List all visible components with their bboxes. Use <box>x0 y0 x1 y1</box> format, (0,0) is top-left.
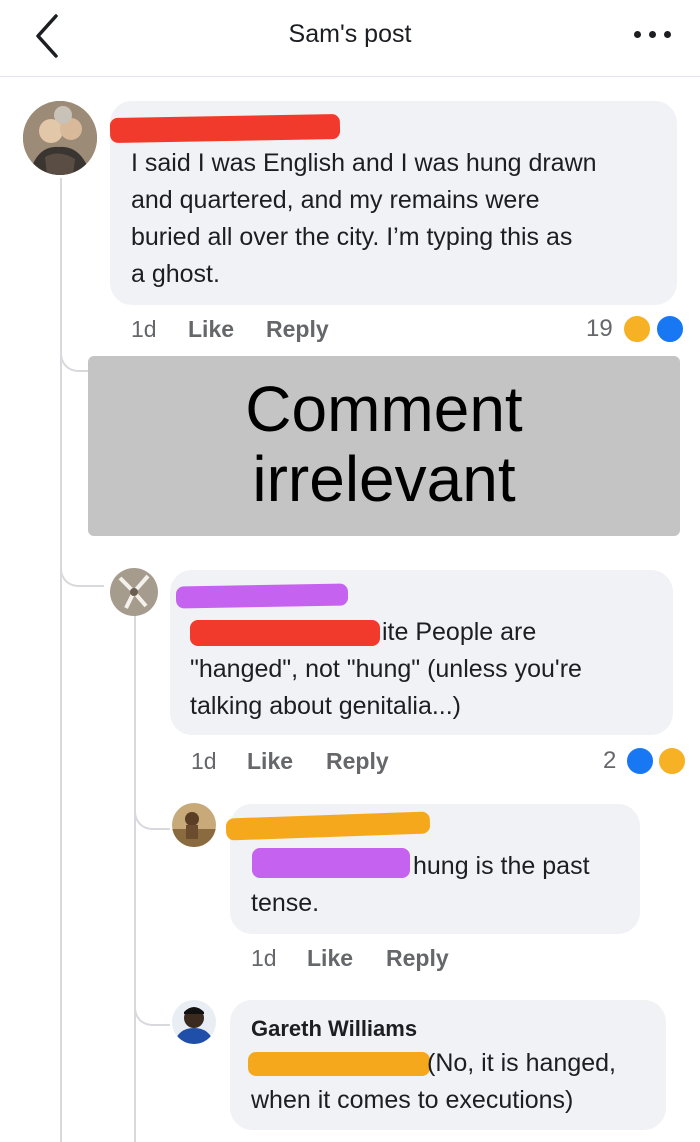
thread-connector <box>60 545 104 587</box>
avatar-photo <box>172 1000 216 1044</box>
thread-line <box>60 178 62 1142</box>
reply-button[interactable]: Reply <box>386 945 449 972</box>
reply-button[interactable]: Reply <box>266 316 329 343</box>
post-header: Sam's post <box>0 0 700 77</box>
more-dot <box>664 31 671 38</box>
page-title: Sam's post <box>288 20 412 48</box>
comment-text: hung is the past tense. <box>251 852 590 917</box>
like-button[interactable]: Like <box>188 316 234 343</box>
reply-button[interactable]: Reply <box>326 748 389 775</box>
comment-text: (No, it is hanged, when it comes to exec… <box>251 1049 616 1114</box>
comment-time: 1d <box>131 316 157 342</box>
like-icon <box>655 314 685 344</box>
reaction-count[interactable]: 2 <box>603 747 616 775</box>
comment-time: 1d <box>191 748 217 774</box>
overlay-line: Comment <box>245 373 523 445</box>
name-redaction <box>175 583 349 609</box>
more-dot <box>634 31 641 38</box>
name-redaction <box>109 113 341 144</box>
commenter-name[interactable]: Gareth Williams <box>251 1016 417 1042</box>
comment-text: I said I was English and I was hung draw… <box>131 149 597 288</box>
avatar[interactable] <box>172 803 216 847</box>
like-button[interactable]: Like <box>247 748 293 775</box>
thread-connector <box>134 790 170 830</box>
comment-text: ite People are "hanged", not "hung" (unl… <box>190 618 582 720</box>
avatar-photo <box>23 101 97 175</box>
avatar-photo <box>110 568 158 616</box>
overlay-line: irrelevant <box>252 443 516 515</box>
avatar-photo <box>172 803 216 847</box>
thread-line <box>134 612 136 1142</box>
like-icon <box>625 746 655 776</box>
haha-icon <box>622 314 652 344</box>
avatar[interactable] <box>110 568 158 616</box>
avatar[interactable] <box>172 1000 216 1044</box>
more-options-button[interactable] <box>630 22 678 46</box>
thread-connector <box>134 986 170 1026</box>
like-button[interactable]: Like <box>307 945 353 972</box>
haha-icon <box>657 746 687 776</box>
avatar[interactable] <box>23 101 97 175</box>
irrelevant-comment-overlay: Comment irrelevant <box>88 356 680 536</box>
comment-time: 1d <box>251 945 277 971</box>
reaction-count[interactable]: 19 <box>586 315 613 343</box>
thread-connector <box>60 330 88 372</box>
more-dot <box>649 31 656 38</box>
